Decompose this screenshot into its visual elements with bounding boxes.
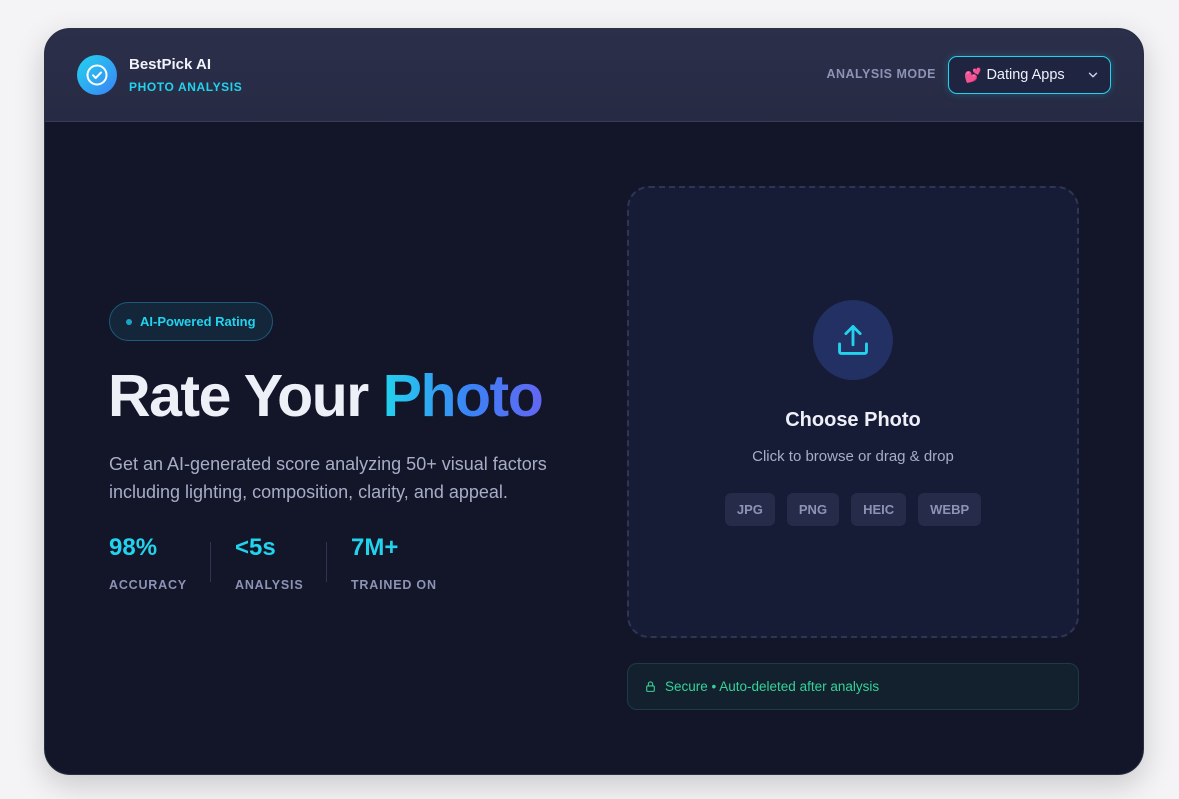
choose-photo-title: Choose Photo [785, 409, 921, 431]
stat-label: TRAINED ON [351, 578, 437, 592]
badge-label: AI-Powered Rating [140, 314, 256, 329]
analysis-mode-label: ANALYSIS MODE [826, 67, 936, 81]
stat-label: ANALYSIS [235, 578, 304, 592]
format-chip-heic: HEIC [851, 493, 907, 526]
title-main: Rate Your [108, 363, 383, 429]
format-chip-webp: WEBP [918, 493, 982, 526]
stat-value: 7M+ [351, 534, 399, 561]
check-circle-icon [86, 64, 108, 86]
choose-photo-hint: Click to browse or drag & drop [752, 448, 954, 465]
hearts-icon: 💕 [964, 66, 982, 83]
stat-label: ACCURACY [109, 578, 187, 592]
stat-divider [210, 542, 211, 582]
ai-powered-badge: AI-Powered Rating [109, 302, 273, 341]
stat-divider [326, 542, 327, 582]
format-chip-png: PNG [786, 493, 840, 526]
stat-value: 98% [109, 534, 158, 561]
lock-icon [644, 680, 657, 693]
stat-accuracy: 98% ACCURACY [109, 534, 187, 592]
stat-trained-on: 7M+ TRAINED ON [351, 534, 437, 592]
analysis-mode-select[interactable]: 💕 Dating Apps [948, 56, 1111, 94]
format-chip-jpg: JPG [724, 493, 775, 526]
header: BestPick AI PHOTO ANALYSIS ANALYSIS MODE… [45, 29, 1143, 122]
format-list: JPG PNG HEIC WEBP [629, 493, 1077, 526]
secure-notice: Secure • Auto-deleted after analysis [627, 663, 1079, 710]
stat-value: <5s [235, 534, 276, 561]
page-title: Rate Your Photo [108, 362, 544, 430]
hero-description: Get an AI-generated score analyzing 50+ … [109, 454, 547, 502]
stat-analysis: <5s ANALYSIS [235, 534, 303, 592]
photo-dropzone[interactable]: Choose Photo Click to browse or drag & d… [627, 186, 1079, 638]
brand-name: BestPick AI [129, 56, 211, 73]
analysis-mode-value: Dating Apps [986, 67, 1065, 83]
upload-button[interactable] [813, 300, 893, 380]
chevron-down-icon [1088, 72, 1098, 78]
upload-icon [838, 325, 868, 355]
brand-logo[interactable] [77, 55, 117, 95]
title-accent: Photo [382, 363, 544, 429]
app-window: BestPick AI PHOTO ANALYSIS ANALYSIS MODE… [44, 28, 1144, 775]
status-dot [126, 318, 132, 325]
secure-notice-text: Secure • Auto-deleted after analysis [665, 679, 880, 694]
brand-subtitle: PHOTO ANALYSIS [129, 80, 243, 94]
